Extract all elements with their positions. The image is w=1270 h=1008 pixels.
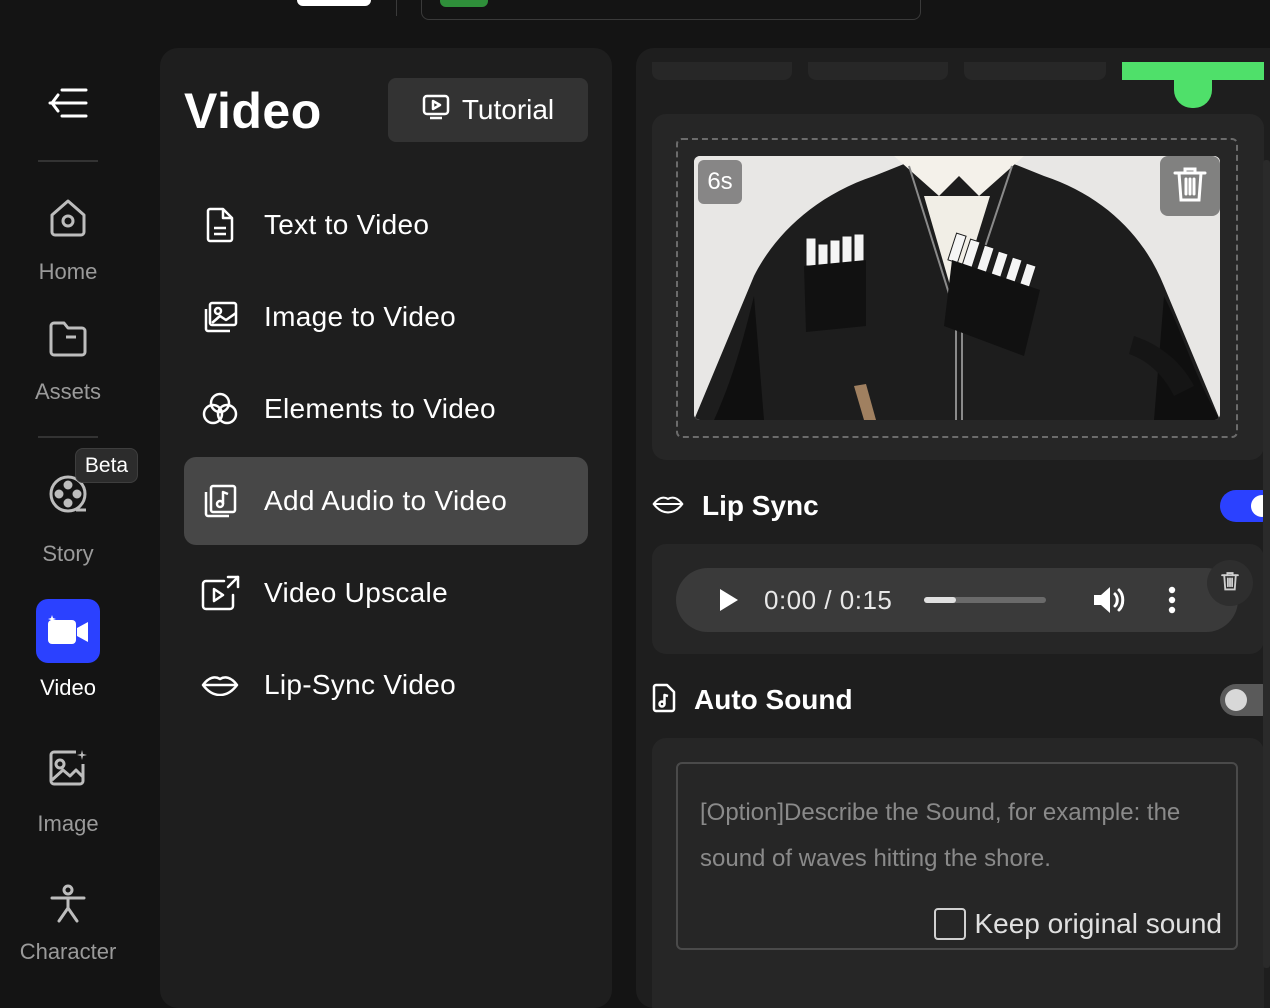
play-icon[interactable] [718, 587, 740, 613]
menu-item-label: Add Audio to Video [264, 485, 508, 516]
lips-icon [200, 674, 240, 696]
delete-audio-button[interactable] [1207, 560, 1253, 606]
audio-card: 0:00 / 0:15 [652, 544, 1264, 654]
sound-description-field: Keep original sound [676, 762, 1238, 950]
more-options-icon[interactable] [1168, 586, 1176, 614]
sidebar-item-label: Character [19, 939, 117, 964]
keep-original-sound-label: Keep original sound [974, 908, 1222, 939]
menu-item-text-to-video[interactable]: Text to Video [184, 181, 588, 269]
sound-description-input[interactable] [700, 790, 1200, 880]
page-scrollbar[interactable] [1263, 160, 1270, 968]
menu-item-label: Text to Video [264, 209, 430, 240]
trash-icon [1221, 571, 1239, 596]
step-tab[interactable] [652, 62, 792, 80]
duration-badge: 6s [698, 160, 742, 204]
lip-sync-row: Lip Sync [652, 486, 1270, 526]
lip-sync-label: Lip Sync [702, 490, 819, 521]
editor-panel: 6s Lip Sync 0:00 / 0:15 Auto Sound [Opti… [636, 48, 1270, 1008]
sidebar-item-character[interactable]: Character [0, 884, 136, 965]
menu-item-label: Image to Video [264, 301, 457, 332]
volume-icon[interactable] [1092, 585, 1126, 615]
video-menu-panel: Video Tutorial Text to Video Image to Vi… [160, 48, 612, 1008]
sidebar-item-label: Assets [34, 379, 102, 404]
keep-original-sound-checkbox[interactable] [934, 908, 967, 940]
step-tab[interactable] [808, 62, 948, 80]
step-tab[interactable] [964, 62, 1106, 80]
top-nav-divider [396, 0, 397, 16]
video-dropzone[interactable]: 6s [676, 138, 1238, 438]
top-green-badge [440, 0, 488, 7]
audio-player: 0:00 / 0:15 [676, 568, 1238, 632]
top-search-box[interactable] [421, 0, 921, 20]
beta-badge: Beta [75, 448, 138, 483]
sidebar-item-image[interactable]: Image [0, 748, 136, 837]
keep-original-sound-option[interactable]: Keep original sound [934, 908, 1222, 940]
active-step-indicator [1174, 78, 1212, 108]
menu-item-lip-sync-video[interactable]: Lip-Sync Video [184, 641, 588, 729]
sidebar-item-video[interactable]: Video [0, 599, 136, 701]
menu-item-add-audio-to-video[interactable]: Add Audio to Video [184, 457, 588, 545]
menu-item-label: Video Upscale [264, 577, 448, 608]
home-icon [0, 196, 136, 245]
play-screen-icon [422, 94, 450, 127]
sidebar-item-label: Home [38, 259, 98, 284]
menu-item-video-upscale[interactable]: Video Upscale [184, 549, 588, 637]
audio-progress-fill [924, 597, 957, 603]
sidebar-item-assets[interactable]: Assets [0, 318, 136, 405]
tutorial-label: Tutorial [461, 94, 555, 125]
menu-item-label: Elements to Video [264, 393, 496, 424]
menu-item-elements-to-video[interactable]: Elements to Video [184, 365, 588, 453]
sidebar-divider [38, 160, 98, 162]
page-title: Video [184, 83, 322, 139]
sidebar-divider [38, 436, 98, 438]
lips-icon [652, 494, 684, 519]
audio-time: 0:00 / 0:15 [764, 584, 893, 615]
tutorial-button[interactable]: Tutorial [388, 78, 588, 142]
video-camera-icon [36, 599, 100, 663]
person-icon [0, 884, 136, 929]
sidebar-item-label: Image [37, 811, 99, 836]
sidebar-item-label: Story [42, 541, 94, 566]
image-icon [0, 748, 136, 793]
document-icon [200, 207, 240, 243]
sidebar-collapse-icon[interactable] [48, 86, 88, 125]
menu-item-image-to-video[interactable]: Image to Video [184, 273, 588, 361]
folder-icon [0, 318, 136, 365]
images-icon [200, 301, 240, 333]
sidebar-item-label: Video [40, 675, 96, 700]
delete-video-button[interactable] [1160, 156, 1220, 216]
audio-progress-slider[interactable] [924, 597, 1047, 603]
menu-item-label: Lip-Sync Video [264, 669, 457, 700]
sidebar-item-story[interactable]: Story [0, 472, 136, 567]
sidebar-item-home[interactable]: Home [0, 196, 136, 285]
video-preview-image [694, 156, 1220, 420]
trash-icon [1173, 165, 1207, 208]
upscale-icon [200, 575, 240, 611]
auto-sound-row: Auto Sound [652, 680, 1270, 720]
elements-icon [200, 392, 240, 426]
music-file-icon [652, 683, 676, 718]
music-file-icon [200, 484, 240, 518]
auto-sound-label: Auto Sound [694, 684, 853, 715]
top-nav-pill[interactable] [297, 0, 371, 6]
video-thumbnail[interactable]: 6s [694, 156, 1220, 420]
video-upload-card: 6s [652, 114, 1264, 460]
